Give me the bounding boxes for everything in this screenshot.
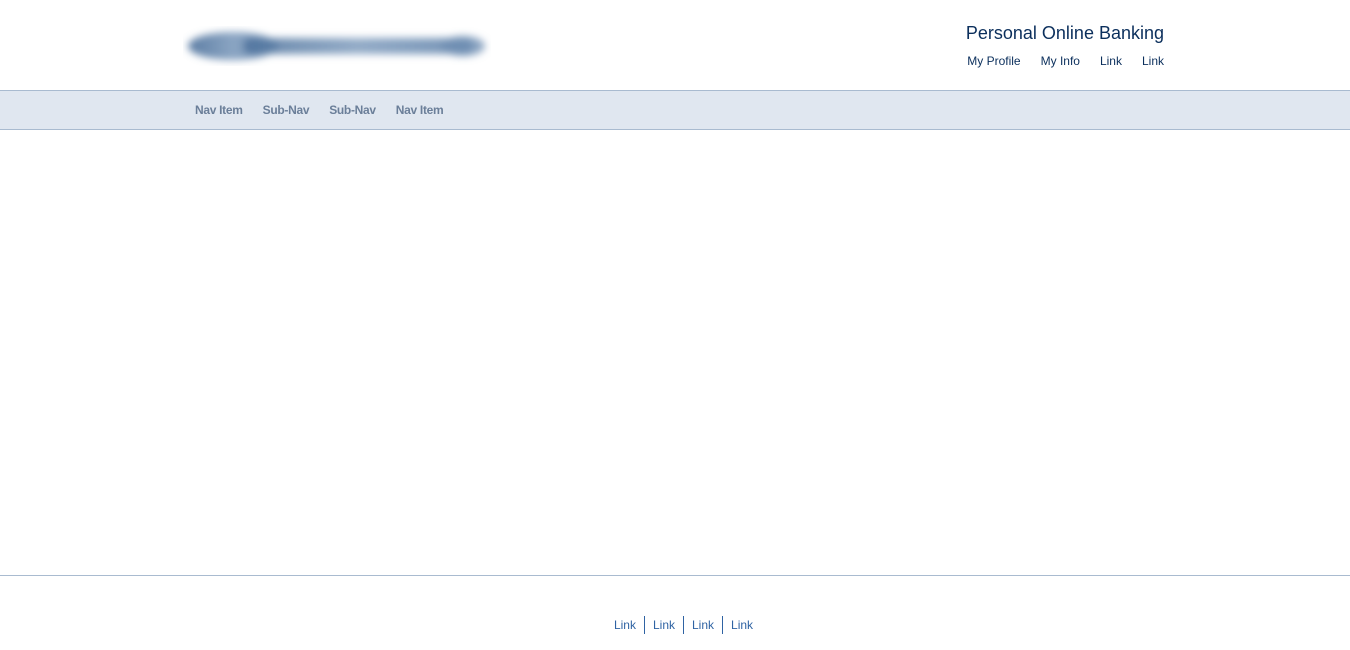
sub-nav-2[interactable]: Sub-Nav [329, 103, 376, 117]
header: Personal Online Banking My Profile My In… [0, 0, 1350, 90]
bank-logo[interactable] [183, 26, 491, 66]
utility-links: My Profile My Info Link Link [967, 54, 1164, 68]
sub-nav-1[interactable]: Sub-Nav [263, 103, 310, 117]
nav-items: Nav Item Sub-Nav Sub-Nav Nav Item [195, 91, 463, 129]
my-info-link[interactable]: My Info [1041, 54, 1080, 68]
page: Personal Online Banking My Profile My In… [0, 0, 1350, 650]
page-title: Personal Online Banking [965, 23, 1164, 43]
nav-item-2[interactable]: Nav Item [396, 103, 444, 117]
nav-item-1[interactable]: Nav Item [195, 103, 243, 117]
footer-link-1[interactable]: Link [606, 616, 644, 634]
blurred-logo-icon [188, 32, 485, 60]
util-link-4[interactable]: Link [1142, 54, 1164, 68]
util-link-3[interactable]: Link [1100, 54, 1122, 68]
footer: Link Link Link Link [0, 575, 1350, 650]
footer-link-4[interactable]: Link [722, 616, 761, 634]
footer-links: Link Link Link Link [0, 616, 1350, 634]
primary-nav: Nav Item Sub-Nav Sub-Nav Nav Item [0, 90, 1350, 130]
footer-link-3[interactable]: Link [683, 616, 722, 634]
my-profile-link[interactable]: My Profile [967, 54, 1020, 68]
main-content [0, 130, 1350, 575]
footer-links-group: Link Link Link Link [606, 616, 761, 634]
footer-link-2[interactable]: Link [643, 616, 683, 634]
